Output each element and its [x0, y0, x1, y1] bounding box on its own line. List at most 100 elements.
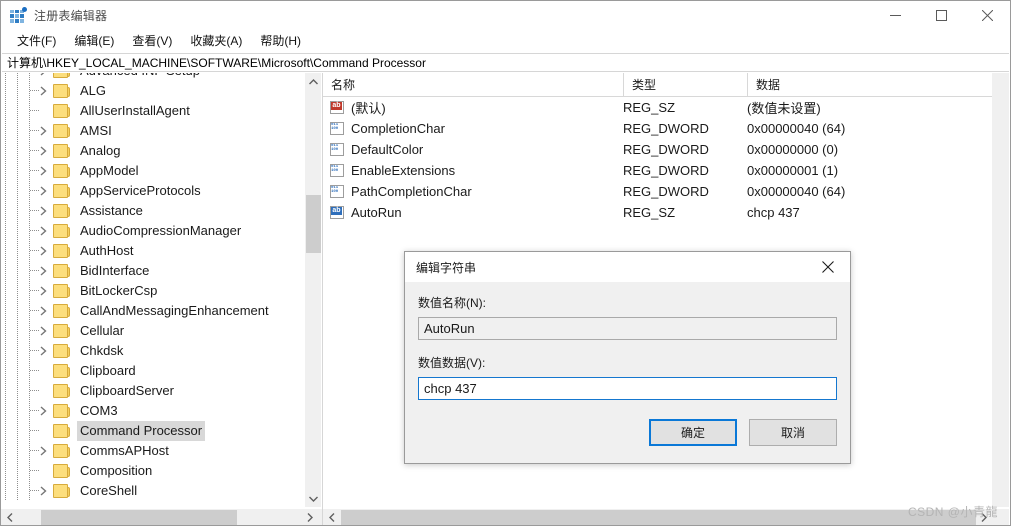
folder-icon	[53, 404, 70, 418]
tree-item-label: CommsAPHost	[80, 443, 169, 458]
column-header-name[interactable]: 名称	[323, 73, 623, 96]
tree-item-label: AppServiceProtocols	[80, 183, 201, 198]
close-icon[interactable]	[805, 252, 850, 281]
value-row[interactable]: ab AutoRun REG_SZ chcp 437	[323, 202, 1009, 223]
chevron-right-icon[interactable]	[35, 483, 51, 499]
value-type-cell: REG_SZ	[623, 100, 676, 115]
tree-item[interactable]: CoreShell	[1, 481, 303, 501]
folder-icon	[53, 464, 70, 478]
value-row[interactable]: ab (默认) REG_SZ (数值未设置)	[323, 97, 1009, 118]
tree-item[interactable]: CallAndMessagingEnhancement	[1, 301, 303, 321]
registry-icon	[10, 6, 27, 24]
value-row[interactable]: 011 100 EnableExtensions REG_DWORD 0x0000000…	[323, 160, 1009, 181]
tree-item[interactable]: Composition	[1, 461, 303, 481]
tree-item[interactable]: Advanced INF Setup	[1, 73, 303, 81]
list-scroll-right-icon[interactable]	[975, 509, 992, 525]
chevron-right-icon[interactable]	[35, 263, 51, 279]
value-type-cell: REG_DWORD	[623, 184, 709, 199]
value-row[interactable]: 011 100 CompletionChar REG_DWORD 0x00000040 …	[323, 118, 1009, 139]
chevron-right-icon[interactable]	[35, 343, 51, 359]
tree-item[interactable]: COM3	[1, 401, 303, 421]
ok-button[interactable]: 确定	[649, 419, 737, 446]
registry-editor-window: 注册表编辑器 文件(F) 编辑(E) 查看(V) 收藏夹(A) 帮助(H) 计算…	[0, 0, 1011, 526]
tree-item[interactable]: Command Processor	[1, 421, 303, 441]
chevron-right-icon[interactable]	[35, 163, 51, 179]
tree-item[interactable]: Assistance	[1, 201, 303, 221]
value-name-text: (默认)	[351, 101, 386, 116]
list-horizontal-scrollbar[interactable]	[323, 508, 1009, 525]
tree-hscroll-thumb[interactable]	[41, 510, 237, 525]
chevron-right-icon[interactable]	[35, 183, 51, 199]
tree-item-label: CoreShell	[80, 483, 138, 498]
window-title: 注册表编辑器	[34, 9, 108, 23]
chevron-right-icon[interactable]	[35, 73, 51, 79]
tree-item[interactable]: CommsAPHost	[1, 441, 303, 461]
cancel-button[interactable]: 取消	[749, 419, 837, 446]
value-data-cell: (数值未设置)	[747, 101, 821, 116]
folder-icon	[53, 284, 70, 298]
menu-item-favorites[interactable]: 收藏夹(A)	[181, 30, 251, 52]
column-header-type[interactable]: 类型	[623, 73, 747, 96]
tree-item[interactable]: BitLockerCsp	[1, 281, 303, 301]
menu-item-view[interactable]: 查看(V)	[123, 30, 181, 52]
chevron-right-icon[interactable]	[35, 83, 51, 99]
scroll-right-icon[interactable]	[301, 509, 318, 525]
chevron-right-icon[interactable]	[35, 223, 51, 239]
minimize-icon[interactable]	[872, 1, 918, 30]
column-header-data[interactable]: 数据	[747, 73, 1005, 96]
title-bar: 注册表编辑器	[1, 1, 1010, 30]
edit-string-dialog: 编辑字符串 数值名称(N): 数值数据(V): 确定 取消	[404, 251, 851, 464]
tree-item[interactable]: Analog	[1, 141, 303, 161]
tree-item[interactable]: AudioCompressionManager	[1, 221, 303, 241]
folder-icon	[53, 424, 70, 438]
tree-scroll-thumb[interactable]	[306, 195, 321, 253]
value-data-input[interactable]	[418, 377, 837, 400]
address-bar[interactable]: 计算机\HKEY_LOCAL_MACHINE\SOFTWARE\Microsof…	[2, 53, 1009, 72]
value-type-cell: REG_DWORD	[623, 121, 709, 136]
tree-item[interactable]: AppServiceProtocols	[1, 181, 303, 201]
chevron-right-icon[interactable]	[35, 403, 51, 419]
tree-item[interactable]: ALG	[1, 81, 303, 101]
menu-item-edit[interactable]: 编辑(E)	[65, 30, 123, 52]
folder-icon	[53, 364, 70, 378]
value-name-cell: ab (默认)	[323, 98, 623, 117]
tree-item[interactable]: BidInterface	[1, 261, 303, 281]
menu-item-file[interactable]: 文件(F)	[8, 30, 65, 52]
tree-item[interactable]: AppModel	[1, 161, 303, 181]
chevron-right-icon[interactable]	[35, 143, 51, 159]
value-row[interactable]: 011 100 PathCompletionChar REG_DWORD 0x00000…	[323, 181, 1009, 202]
list-scroll-left-icon[interactable]	[323, 509, 340, 525]
scroll-up-icon[interactable]	[305, 73, 322, 90]
chevron-right-icon[interactable]	[35, 303, 51, 319]
tree-item[interactable]: AMSI	[1, 121, 303, 141]
close-icon[interactable]	[964, 1, 1010, 30]
tree-item-label: AppModel	[80, 163, 139, 178]
value-name-input[interactable]	[418, 317, 837, 340]
tree-item[interactable]: ClipboardServer	[1, 381, 303, 401]
tree-item[interactable]: AllUserInstallAgent	[1, 101, 303, 121]
scroll-left-icon[interactable]	[1, 509, 18, 525]
chevron-right-icon[interactable]	[35, 323, 51, 339]
tree-vertical-scrollbar[interactable]	[304, 73, 321, 507]
chevron-right-icon[interactable]	[35, 123, 51, 139]
list-hscroll-thumb[interactable]	[341, 510, 976, 525]
tree-item[interactable]: AuthHost	[1, 241, 303, 261]
chevron-right-icon[interactable]	[35, 283, 51, 299]
tree-horizontal-scrollbar[interactable]	[1, 508, 322, 525]
chevron-right-icon[interactable]	[35, 443, 51, 459]
tree-item-label: COM3	[80, 403, 118, 418]
menu-item-help[interactable]: 帮助(H)	[251, 30, 310, 52]
maximize-icon[interactable]	[918, 1, 964, 30]
value-data-cell: chcp 437	[747, 205, 800, 220]
tree-item[interactable]: Clipboard	[1, 361, 303, 381]
tree-item[interactable]: Chkdsk	[1, 341, 303, 361]
scroll-down-icon[interactable]	[305, 490, 322, 507]
chevron-right-icon[interactable]	[35, 243, 51, 259]
value-row[interactable]: 011 100 DefaultColor REG_DWORD 0x00000000 (0…	[323, 139, 1009, 160]
value-name-text: AutoRun	[351, 205, 402, 220]
tree-item[interactable]: Cellular	[1, 321, 303, 341]
list-vertical-scrollbar[interactable]	[992, 73, 1009, 507]
chevron-right-icon[interactable]	[35, 203, 51, 219]
dialog-buttons: 确定 取消	[649, 419, 837, 446]
